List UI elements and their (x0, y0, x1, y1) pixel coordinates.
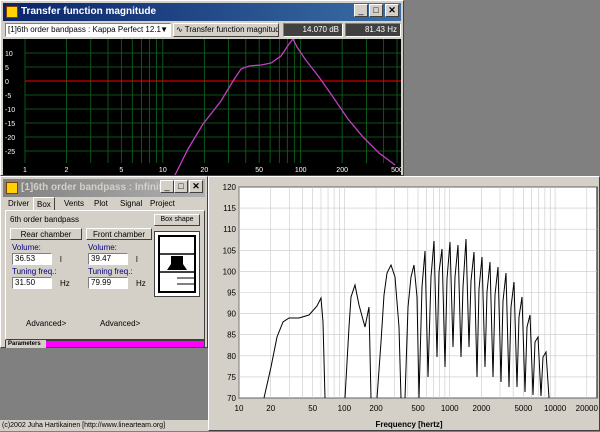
tf-y-tick: 5 (5, 65, 9, 72)
fr-y-tick: 105 (223, 246, 237, 255)
hz-readout: 81.43 Hz (345, 23, 401, 37)
maximize-button[interactable]: □ (369, 4, 383, 17)
fr-x-tick: 20 (266, 404, 275, 413)
rear-volume-input[interactable]: 36.53 (12, 253, 52, 265)
parameters-bar[interactable]: Parameters (5, 340, 205, 348)
tf-titlebar[interactable]: Transfer function magnitude (3, 3, 401, 21)
fr-y-tick: 115 (223, 204, 236, 213)
tf-title: Transfer function magnitude (21, 6, 157, 17)
transfer-function-window: Transfer function magnitude _ □ ✕ [1]6th… (0, 0, 404, 176)
rear-chamber-header: Rear chamber (10, 228, 82, 240)
tf-x-tick: 2 (65, 167, 69, 174)
fr-x-tick: 20000 (576, 404, 599, 413)
tab-signal[interactable]: Signal (117, 197, 145, 210)
project-select-value: [1]6th order bandpass : Kappa Perfect 12… (8, 25, 161, 34)
view-select[interactable]: ∿ Transfer function magnitude (173, 23, 279, 37)
tab-project[interactable]: Project (147, 197, 178, 210)
fr-y-tick: 100 (223, 267, 237, 276)
fr-x-tick: 200 (369, 404, 383, 413)
fr-x-tick: 50 (308, 404, 317, 413)
fr-y-tick: 95 (227, 289, 236, 298)
fr-x-tick: 10000 (544, 404, 567, 413)
tf-x-tick: 5 (119, 167, 123, 174)
wave-icon: ∿ (176, 25, 183, 34)
front-tuning-unit: Hz (136, 279, 146, 288)
fr-y-tick: 110 (223, 225, 236, 234)
front-volume-unit: l (136, 255, 138, 264)
fr-y-tick: 70 (227, 394, 236, 403)
minimize-button[interactable]: _ (160, 180, 174, 193)
maximize-button[interactable]: □ (174, 180, 188, 193)
parameters-label: Parameters (6, 340, 46, 348)
freq-xlabel: Frequency [hertz] (375, 420, 442, 429)
view-select-value: Transfer function magnitude (184, 25, 279, 34)
box-title: [1]6th order bandpass : Infinit... (21, 182, 171, 193)
box-window: [1]6th order bandpass : Infinit... _ □ ✕… (0, 176, 208, 348)
fr-x-tick-labels: 10 20 50 100 200 500 1000 2000 5000 10000 20000 (235, 404, 599, 413)
fr-y-tick: 85 (227, 331, 236, 340)
fr-y-tick-labels: 120 115 110 105 100 95 90 85 80 75 70 (223, 183, 237, 403)
box-type-label: 6th order bandpass (10, 215, 79, 224)
project-select[interactable]: [1]6th order bandpass : Kappa Perfect 12… (5, 23, 171, 37)
frequency-response-window: 120 115 110 105 100 95 90 85 80 75 70 10 20 50 100 200… (208, 176, 600, 431)
tf-x-tick: 1 (23, 167, 27, 174)
rear-volume-unit: l (60, 255, 62, 264)
rear-volume-label: Volume: (12, 243, 41, 252)
tab-driver[interactable]: Driver (5, 197, 32, 210)
rear-advanced-link[interactable]: Advanced> (26, 319, 66, 328)
rear-tuning-unit: Hz (60, 279, 70, 288)
tf-x-tick: 50 (255, 167, 263, 174)
front-chamber-header: Front chamber (86, 228, 152, 240)
fr-x-tick: 5000 (514, 404, 532, 413)
tf-y-tick: -5 (5, 93, 11, 100)
front-volume-label: Volume: (88, 243, 117, 252)
fr-x-tick: 500 (411, 404, 425, 413)
app-icon (6, 182, 18, 194)
front-tuning-label: Tuning freq.: (88, 267, 133, 276)
copyright-text: (c)2002 Juha Hartikainen [http://www.lin… (2, 422, 166, 429)
tf-x-tick: 200 (336, 167, 348, 174)
tf-y-tick: -20 (5, 135, 15, 142)
front-advanced-link[interactable]: Advanced> (100, 319, 140, 328)
tf-x-tick: 100 (295, 167, 307, 174)
tf-x-tick: 10 (159, 167, 167, 174)
box-panel: 6th order bandpass Box shape Rear chambe… (5, 210, 205, 340)
tf-chart[interactable]: 1050-5-10-15-20-25 1 2 5 10 20 50 100 200 500 (3, 39, 401, 175)
minimize-button[interactable]: _ (354, 4, 368, 17)
tf-y-tick: 10 (5, 51, 13, 58)
chevron-down-icon: ▼ (160, 25, 168, 34)
fr-y-tick: 90 (227, 310, 236, 319)
rear-tuning-input[interactable]: 31.50 (12, 277, 52, 289)
close-button[interactable]: ✕ (189, 180, 203, 193)
fr-y-tick: 120 (223, 183, 237, 192)
fr-x-tick: 100 (338, 404, 352, 413)
fr-y-tick: 80 (227, 352, 236, 361)
front-tuning-input[interactable]: 79.99 (88, 277, 128, 289)
tf-x-tick: 500 (391, 167, 401, 174)
close-button[interactable]: ✕ (385, 4, 399, 17)
tf-y-tick: -15 (5, 121, 15, 128)
tf-x-tick: 20 (200, 167, 208, 174)
db-readout: 14.070 dB (283, 23, 343, 37)
hz-readout-value: 81.43 Hz (364, 25, 397, 34)
tf-y-tick: 0 (5, 79, 9, 86)
tab-plot[interactable]: Plot (91, 197, 111, 210)
copyright-bar: (c)2002 Juha Hartikainen [http://www.lin… (0, 420, 208, 431)
tf-y-tick: -10 (5, 107, 15, 114)
fr-y-tick: 75 (227, 373, 236, 382)
front-volume-input[interactable]: 39.47 (88, 253, 128, 265)
box-shape-button[interactable]: Box shape (154, 214, 200, 226)
db-readout-value: 14.070 dB (302, 25, 339, 34)
tab-bar: Driver Box Vents Plot Signal Project (1, 197, 205, 210)
rear-tuning-label: Tuning freq.: (12, 267, 57, 276)
tab-vents[interactable]: Vents (61, 197, 87, 210)
app-icon (6, 6, 18, 18)
fr-x-tick: 1000 (441, 404, 459, 413)
tab-box[interactable]: Box (33, 197, 55, 210)
freq-chart[interactable]: 120 115 110 105 100 95 90 85 80 75 70 10 20 50 100 200… (209, 177, 600, 432)
tf-y-tick: -25 (5, 149, 15, 156)
fr-x-tick: 10 (235, 404, 244, 413)
fr-x-tick: 2000 (473, 404, 491, 413)
box-diagram-icon (154, 231, 200, 297)
